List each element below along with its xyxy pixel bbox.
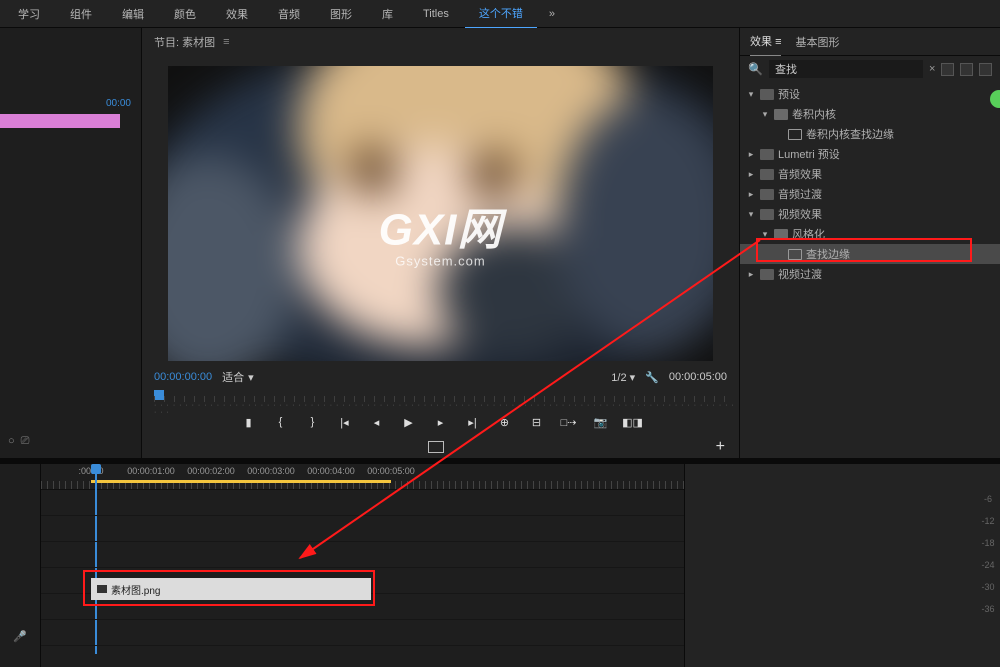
folder-icon: [760, 149, 774, 160]
meter-scale-label: -6: [984, 494, 992, 504]
tree-item-audio-transitions[interactable]: ▸音频过渡: [740, 184, 1000, 204]
mark-in-button[interactable]: ▮: [241, 414, 257, 430]
panel-tab-effects[interactable]: 效果 ≡: [750, 27, 781, 56]
source-panel: 00:00 ○ ⎚: [0, 28, 142, 458]
overwrite-button[interactable]: ⊟: [529, 414, 545, 430]
comparison-view-button[interactable]: ◧◨: [625, 414, 641, 430]
source-footer-icon-a[interactable]: ○: [8, 435, 15, 448]
tree-item-lumetri[interactable]: ▸Lumetri 预设: [740, 144, 1000, 164]
zoom-fit-dropdown[interactable]: 适合▾: [222, 369, 254, 385]
tree-item-find-edges[interactable]: 查找边缘: [740, 244, 1000, 264]
camera-icon[interactable]: 📷: [593, 414, 609, 430]
go-to-out-button[interactable]: ▸|: [465, 414, 481, 430]
tree-item-audio-effects[interactable]: ▸音频效果: [740, 164, 1000, 184]
tree-item-stylize[interactable]: ▾风格化: [740, 224, 1000, 244]
timeline-playhead[interactable]: [91, 464, 101, 474]
meter-scale-label: -18: [981, 538, 994, 548]
tab-color[interactable]: 颜色: [160, 0, 210, 28]
ruler-tick: 00:00:02:00: [187, 466, 235, 476]
clip-thumbnail-icon: [97, 585, 107, 593]
tab-edit[interactable]: 编辑: [108, 0, 158, 28]
tree-item-video-transitions[interactable]: ▸视频过渡: [740, 264, 1000, 284]
tab-library[interactable]: 库: [368, 0, 407, 28]
tab-titles[interactable]: Titles: [409, 2, 463, 26]
brace-left-button[interactable]: {: [273, 414, 289, 430]
tab-graphics[interactable]: 图形: [316, 0, 366, 28]
folder-icon: [760, 169, 774, 180]
clip-name-label: 素材图.png: [111, 582, 160, 597]
search-icon: 🔍: [748, 62, 763, 76]
tab-assembly[interactable]: 组件: [56, 0, 106, 28]
preset-icon: [788, 249, 802, 260]
view-mode-icon[interactable]: [428, 441, 444, 453]
panel-menu-icon[interactable]: ≡: [775, 36, 781, 48]
program-duration-timecode: 00:00:05:00: [669, 371, 727, 383]
meter-scale-label: -24: [981, 560, 994, 570]
folder-icon: [760, 209, 774, 220]
ruler-tick: 00:00:03:00: [247, 466, 295, 476]
panel-tab-essential-graphics[interactable]: 基本图形: [795, 28, 839, 56]
tree-item-conv-find-edges[interactable]: 卷积内核查找边缘: [740, 124, 1000, 144]
timeline-tracks[interactable]: 素材图.png: [41, 490, 684, 666]
add-button[interactable]: +: [716, 438, 725, 456]
workspace-tab-bar: 学习 组件 编辑 颜色 效果 音频 图形 库 Titles 这个不错 »: [0, 0, 1000, 28]
timeline-panel: 🎤 :00:00 00:00:01:00 00:00:02:00 00:00:0…: [0, 464, 1000, 667]
insert-button[interactable]: ⊕: [497, 414, 513, 430]
ruler-tick: 00:00:01:00: [127, 466, 175, 476]
timeline-ruler[interactable]: :00:00 00:00:01:00 00:00:02:00 00:00:03:…: [41, 464, 684, 490]
folder-open-icon: [774, 109, 788, 120]
preset-icon: [788, 129, 802, 140]
source-timecode: 00:00: [106, 98, 131, 109]
clear-search-button[interactable]: ×: [929, 63, 935, 75]
folder-icon: [760, 189, 774, 200]
meter-scale-label: -30: [981, 582, 994, 592]
resolution-dropdown[interactable]: 1/2 ▾: [611, 371, 635, 384]
timeline-clip[interactable]: 素材图.png: [91, 578, 371, 600]
wrench-icon[interactable]: 🔧: [645, 371, 659, 384]
source-footer-icon-b[interactable]: ⎚: [21, 435, 30, 448]
step-back-button[interactable]: ◂: [369, 414, 385, 430]
source-clip-bar[interactable]: [0, 114, 120, 128]
step-forward-button[interactable]: ▸: [433, 414, 449, 430]
filter-32bit-icon[interactable]: [960, 63, 973, 76]
filter-yuv-icon[interactable]: [979, 63, 992, 76]
tab-custom-active[interactable]: 这个不错: [465, 0, 537, 29]
effects-search-input[interactable]: [769, 60, 923, 78]
timeline-track-header: 🎤: [0, 464, 41, 667]
effects-panel: 效果 ≡ 基本图形 🔍 × ▾预设 ▾卷积内核 卷积内核查找边缘 ▸Lumetr…: [740, 28, 1000, 458]
folder-icon: [760, 269, 774, 280]
tab-audio[interactable]: 音频: [264, 0, 314, 28]
tree-item-presets[interactable]: ▾预设: [740, 84, 1000, 104]
play-button[interactable]: ▶: [401, 414, 417, 430]
work-area-bar[interactable]: [91, 480, 391, 483]
program-header-label: 节目: 素材图: [154, 34, 215, 50]
audio-meters-panel: -6 -12 -18 -24 -30 -36: [684, 464, 1000, 667]
go-to-in-button[interactable]: |◂: [337, 414, 353, 430]
preview-image-blurred: [168, 66, 713, 361]
folder-open-icon: [774, 229, 788, 240]
tab-overflow-button[interactable]: »: [539, 2, 565, 26]
panel-menu-icon[interactable]: ≡: [223, 36, 229, 48]
brace-right-button[interactable]: }: [305, 414, 321, 430]
program-monitor-panel: 节目: 素材图 ≡ GXI网 Gsystem.com: [142, 28, 740, 458]
effects-tree: ▾预设 ▾卷积内核 卷积内核查找边缘 ▸Lumetri 预设 ▸音频效果 ▸音频…: [740, 82, 1000, 286]
export-frame-button[interactable]: □⇢: [561, 414, 577, 430]
ruler-tick: 00:00:04:00: [307, 466, 355, 476]
tree-item-conv-kernel[interactable]: ▾卷积内核: [740, 104, 1000, 124]
meter-scale-label: -36: [981, 604, 994, 614]
ruler-tick: 00:00:05:00: [367, 466, 415, 476]
tab-learn[interactable]: 学习: [4, 0, 54, 28]
program-monitor-viewport[interactable]: GXI网 Gsystem.com: [168, 66, 713, 361]
tab-effects[interactable]: 效果: [212, 0, 262, 28]
meter-scale-label: -12: [981, 516, 994, 526]
filter-accelerated-icon[interactable]: [941, 63, 954, 76]
program-current-timecode[interactable]: 00:00:00:00: [154, 371, 212, 383]
folder-icon: [760, 89, 774, 100]
program-scrubber[interactable]: · · · · · · · · · · · · · · · · · · · · …: [142, 390, 739, 408]
mic-icon[interactable]: 🎤: [13, 630, 27, 643]
tree-item-video-effects[interactable]: ▾视频效果: [740, 204, 1000, 224]
